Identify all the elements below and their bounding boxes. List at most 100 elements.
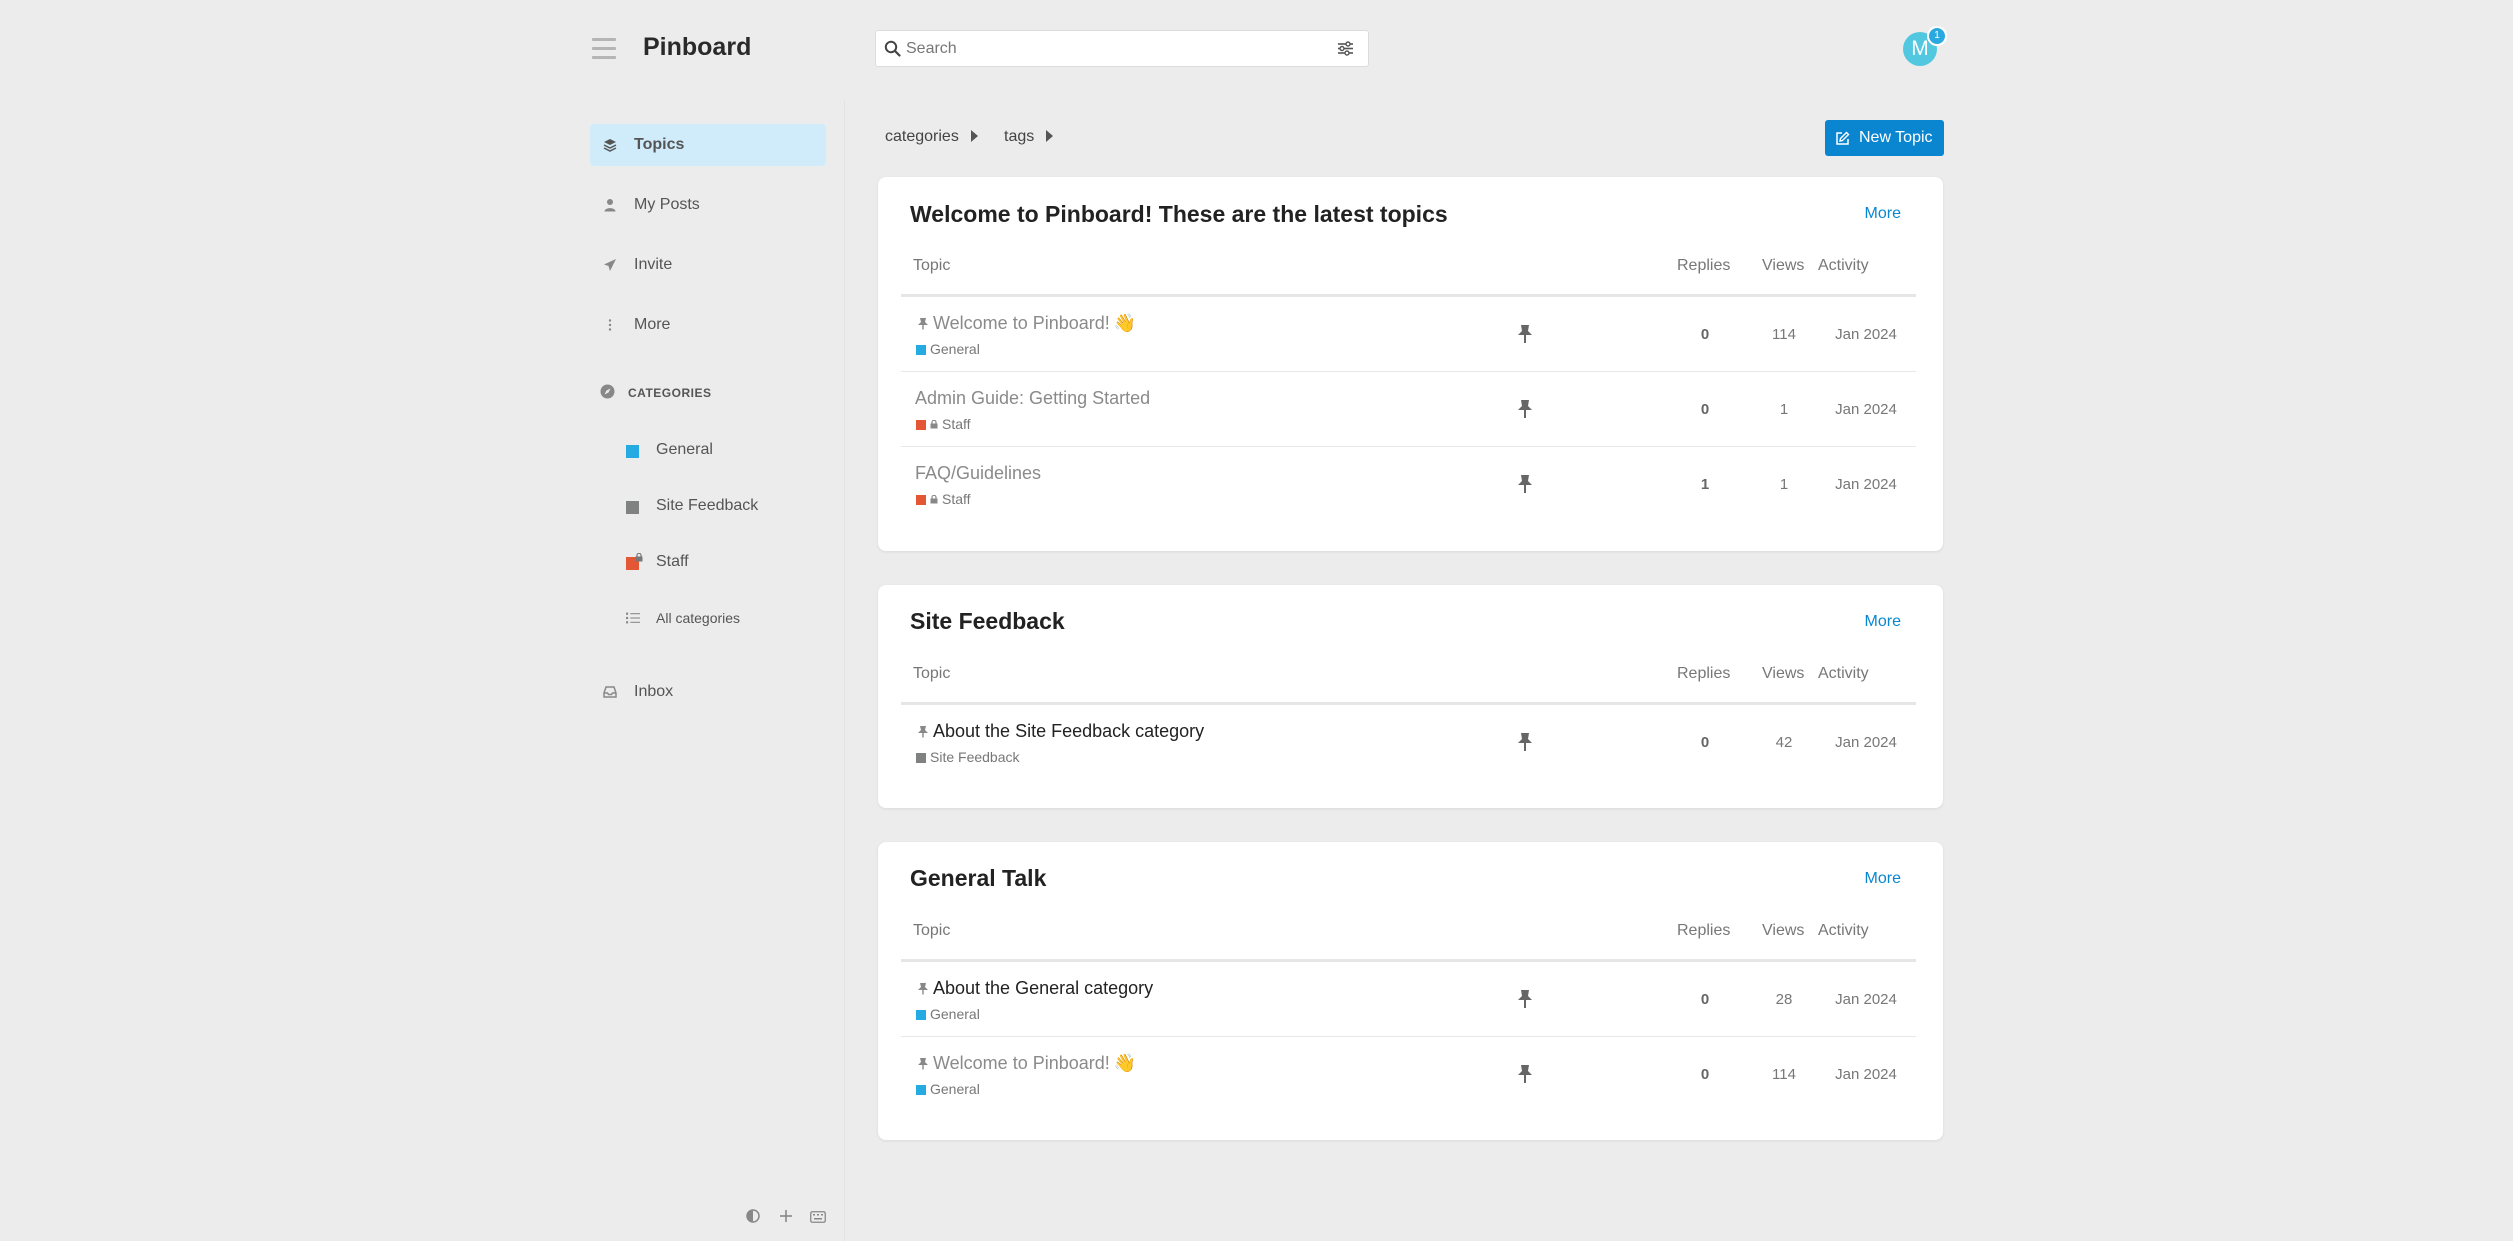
table-row[interactable]: FAQ/Guidelines Staff 1 1 Jan 2024	[901, 447, 1916, 522]
replies-count[interactable]: 1	[1675, 476, 1735, 493]
lock-icon	[930, 495, 938, 504]
sidebar-all-categories[interactable]: All categories	[620, 603, 820, 633]
pinned-icon[interactable]	[1516, 399, 1534, 419]
sidebar-item-invite[interactable]: Invite	[590, 244, 826, 286]
col-header-views[interactable]: Views	[1762, 665, 1804, 683]
topic-title-link[interactable]: Welcome to Pinboard! 👋	[933, 313, 1136, 334]
keyboard-shortcuts-icon[interactable]	[810, 1210, 826, 1228]
pinned-icon[interactable]	[1516, 989, 1534, 1009]
views-count: 28	[1775, 991, 1793, 1008]
caret-right-icon	[1046, 130, 1054, 142]
site-logo[interactable]: Pinboard	[643, 33, 751, 62]
category-color-swatch	[626, 501, 639, 514]
topic-title-link[interactable]: FAQ/Guidelines	[915, 463, 1041, 484]
search-options-icon[interactable]	[1337, 41, 1354, 56]
user-icon	[604, 199, 616, 212]
new-topic-button[interactable]: New Topic	[1825, 120, 1944, 156]
topic-category-badge[interactable]: General	[916, 1006, 980, 1022]
table-row[interactable]: Welcome to Pinboard! 👋 General 0 114 Jan …	[901, 1037, 1916, 1112]
replies-count[interactable]: 0	[1675, 734, 1735, 751]
sidebar-toggle-button[interactable]	[592, 38, 616, 60]
col-header-topic[interactable]: Topic	[913, 665, 950, 683]
pinned-icon[interactable]	[1516, 324, 1534, 344]
more-link[interactable]: More	[1865, 205, 1901, 223]
topic-title-link[interactable]: About the General category	[933, 978, 1153, 999]
activity-date[interactable]: Jan 2024	[1821, 991, 1911, 1008]
replies-count[interactable]: 0	[1675, 991, 1735, 1008]
sidebar-item-inbox[interactable]: Inbox	[590, 671, 826, 713]
pinned-icon[interactable]	[1516, 474, 1534, 494]
topic-category-badge[interactable]: Staff	[916, 416, 971, 432]
topic-category-badge[interactable]: General	[916, 1081, 980, 1097]
topic-title-link[interactable]: Admin Guide: Getting Started	[915, 388, 1150, 409]
activity-date[interactable]: Jan 2024	[1821, 326, 1911, 343]
sidebar-item-label: My Posts	[634, 196, 700, 213]
lock-icon	[930, 420, 938, 429]
table-row[interactable]: About the Site Feedback category Site Fe…	[901, 705, 1916, 780]
more-link[interactable]: More	[1865, 870, 1901, 888]
sidebar-item-my-posts[interactable]: My Posts	[590, 184, 826, 226]
col-header-replies[interactable]: Replies	[1677, 257, 1730, 275]
table-row[interactable]: About the General category General 0 28 …	[901, 962, 1916, 1037]
waving-hand-emoji: 👋	[1113, 1053, 1137, 1073]
topic-list-card: Welcome to Pinboard! These are the lates…	[878, 177, 1943, 551]
category-label: Staff	[656, 553, 689, 570]
activity-date[interactable]: Jan 2024	[1821, 401, 1911, 418]
col-header-activity[interactable]: Activity	[1818, 257, 1869, 275]
pin-icon	[918, 726, 928, 738]
breadcrumb-tags-dropdown[interactable]: tags	[1004, 128, 1054, 146]
pinned-icon[interactable]	[1516, 1064, 1534, 1084]
activity-date[interactable]: Jan 2024	[1821, 734, 1911, 751]
col-header-replies[interactable]: Replies	[1677, 665, 1730, 683]
category-label: All categories	[656, 610, 741, 626]
topic-category-badge[interactable]: General	[916, 341, 980, 357]
sidebar-category-site-feedback[interactable]: Site Feedback	[620, 491, 820, 521]
views-count: 114	[1772, 1066, 1796, 1083]
topic-title-link[interactable]: Welcome to Pinboard! 👋	[933, 1053, 1136, 1074]
topic-list-card: General Talk More Topic Replies Views Ac…	[878, 842, 1943, 1140]
replies-count[interactable]: 0	[1675, 401, 1735, 418]
edit-icon	[1836, 131, 1850, 145]
card-title: General Talk	[910, 865, 1047, 891]
col-header-activity[interactable]: Activity	[1818, 922, 1869, 940]
sidebar-category-staff[interactable]: Staff	[620, 547, 820, 577]
col-header-views[interactable]: Views	[1762, 922, 1804, 940]
sidebar-item-more[interactable]: More	[590, 304, 826, 346]
topic-category-badge[interactable]: Staff	[916, 491, 971, 507]
notification-badge[interactable]: 1	[1927, 26, 1947, 46]
replies-count[interactable]: 0	[1675, 326, 1735, 343]
category-label: Site Feedback	[656, 497, 759, 514]
replies-count[interactable]: 0	[1675, 1066, 1735, 1083]
table-row[interactable]: Welcome to Pinboard! 👋 General 0 114 Jan …	[901, 297, 1916, 372]
topic-list-card: Site Feedback More Topic Replies Views A…	[878, 585, 1943, 808]
pinned-icon[interactable]	[1516, 732, 1534, 752]
col-header-replies[interactable]: Replies	[1677, 922, 1730, 940]
list-icon	[626, 612, 640, 624]
categories-heading: CATEGORIES	[628, 386, 712, 400]
theme-toggle-icon[interactable]	[746, 1209, 760, 1228]
topic-title-link[interactable]: About the Site Feedback category	[933, 721, 1204, 742]
col-header-topic[interactable]: Topic	[913, 922, 950, 940]
col-header-topic[interactable]: Topic	[913, 257, 950, 275]
topic-category-badge[interactable]: Site Feedback	[916, 749, 1020, 765]
sidebar-divider	[844, 100, 845, 1241]
sidebar-item-topics[interactable]: Topics	[590, 124, 826, 166]
caret-right-icon	[970, 130, 978, 142]
col-header-views[interactable]: Views	[1762, 257, 1804, 275]
pin-icon	[918, 983, 928, 995]
more-link[interactable]: More	[1865, 613, 1901, 631]
activity-date[interactable]: Jan 2024	[1821, 476, 1911, 493]
views-count: 114	[1772, 326, 1796, 343]
paper-plane-icon	[604, 259, 616, 271]
search-input[interactable]	[906, 31, 1306, 66]
search-box[interactable]	[875, 30, 1369, 67]
lock-icon	[635, 553, 643, 562]
hamburger-icon	[592, 38, 616, 41]
breadcrumb-categories-dropdown[interactable]: categories	[885, 128, 978, 146]
add-section-icon[interactable]	[779, 1209, 793, 1228]
category-label: General	[656, 441, 713, 458]
col-header-activity[interactable]: Activity	[1818, 665, 1869, 683]
sidebar-category-general[interactable]: General	[620, 435, 820, 465]
activity-date[interactable]: Jan 2024	[1821, 1066, 1911, 1083]
table-row[interactable]: Admin Guide: Getting Started Staff 0 1 J…	[901, 372, 1916, 447]
